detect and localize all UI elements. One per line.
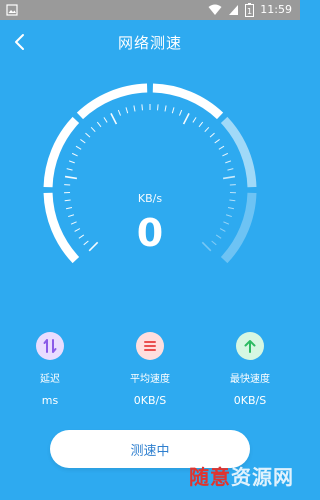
max-speed-label: 最快速度 bbox=[230, 374, 270, 385]
average-speed-label: 平均速度 bbox=[130, 374, 170, 385]
speed-unit: KB/s bbox=[137, 192, 163, 205]
average-speed-stat: 平均速度 0KB/S bbox=[100, 332, 200, 412]
gauge-minor-tick bbox=[214, 139, 220, 144]
watermark: 随意资源网 bbox=[189, 461, 294, 490]
gauge-minor-tick bbox=[178, 109, 183, 116]
gauge-minor-tick bbox=[96, 121, 102, 128]
latency-stat: 延迟 ms bbox=[0, 332, 100, 412]
max-speed-stat: 最快速度 0KB/S bbox=[200, 332, 300, 412]
gauge-minor-tick bbox=[90, 126, 96, 133]
gauge-minor-tick bbox=[80, 139, 86, 144]
gauge-minor-tick bbox=[222, 152, 229, 157]
gauge-minor-tick bbox=[209, 132, 215, 138]
gauge-minor-tick bbox=[218, 145, 225, 150]
latency-value: ms bbox=[41, 394, 59, 407]
gauge-minor-tick bbox=[85, 132, 91, 138]
gauge-major-tick bbox=[110, 113, 118, 125]
gauge-minor-tick bbox=[141, 104, 143, 111]
max-speed-value: 0KB/S bbox=[233, 394, 267, 407]
gauge-minor-tick bbox=[75, 145, 82, 150]
gauge-minor-tick bbox=[227, 168, 234, 171]
gauge-minor-tick bbox=[125, 107, 129, 114]
gauge-minor-tick bbox=[157, 104, 159, 111]
gauge-minor-tick bbox=[117, 109, 122, 116]
gauge-minor-tick bbox=[225, 160, 232, 164]
gauge-major-tick bbox=[64, 175, 78, 180]
speed-value: 0 bbox=[136, 211, 164, 255]
gauge-minor-tick bbox=[204, 126, 210, 133]
gauge-minor-tick bbox=[103, 117, 108, 123]
latency-label: 延迟 bbox=[40, 374, 60, 385]
latency-icon bbox=[36, 332, 64, 360]
gauge-minor-tick bbox=[66, 168, 73, 171]
gauge-minor-tick bbox=[171, 107, 175, 114]
gauge-major-tick bbox=[222, 175, 236, 180]
gauge-minor-tick bbox=[68, 160, 75, 164]
gauge-minor-tick bbox=[192, 117, 197, 123]
arrow-up-icon bbox=[236, 332, 264, 360]
gauge-major-tick bbox=[182, 113, 190, 125]
watermark-white-text: 资源网 bbox=[231, 465, 294, 489]
gauge-minor-tick bbox=[133, 105, 136, 112]
gauge-arc-segment bbox=[76, 83, 148, 120]
gauge-minor-tick bbox=[164, 105, 167, 112]
gauge-minor-tick bbox=[71, 152, 78, 157]
gauge-arc-segment bbox=[152, 83, 224, 120]
menu-icon bbox=[136, 332, 164, 360]
gauge-minor-tick bbox=[198, 121, 204, 128]
average-speed-value: 0KB/S bbox=[133, 394, 167, 407]
watermark-red-text: 随意 bbox=[189, 465, 231, 489]
